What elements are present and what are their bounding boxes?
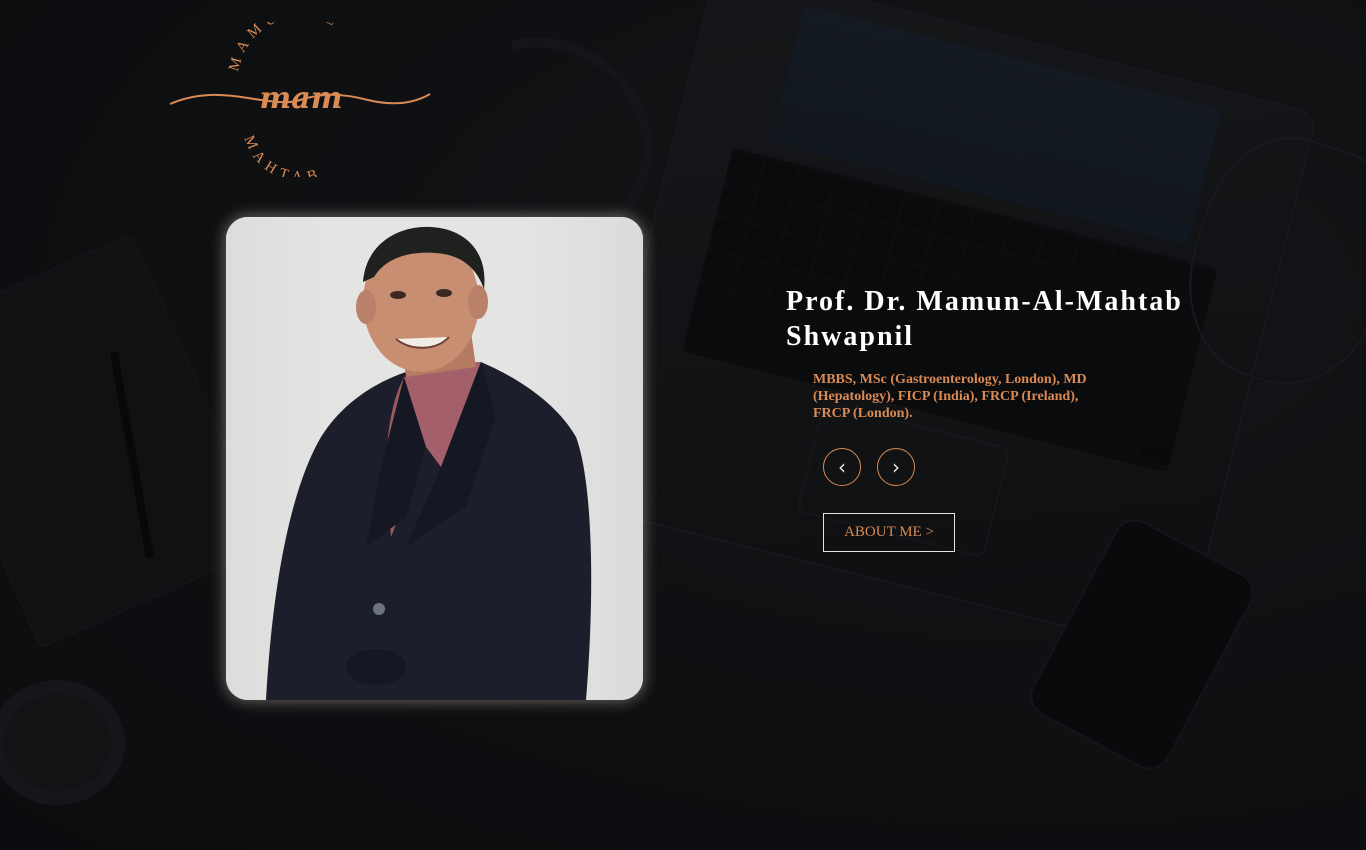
slider-prev-button[interactable]: ‹ [823,448,861,486]
logo-top-text: MAMUN AL [226,22,344,73]
doctor-name: Prof. Dr. Mamun-Al-Mahtab Shwapnil [786,284,1256,354]
logo-script-text: mam [260,81,343,116]
about-me-button[interactable]: ABOUT ME > [823,513,955,552]
slider-next-button[interactable]: › [877,448,915,486]
site-logo[interactable]: MAMUN AL mam MAHTAB [168,5,433,185]
doctor-qualifications: MBBS, MSc (Gastroenterology, London), MD… [813,372,1087,421]
logo-bottom-text: MAHTAB [240,133,325,177]
doctor-name-line2: Shwapnil [786,321,915,352]
chevron-right-icon: › [892,455,900,479]
profile-photo-illustration [226,217,643,700]
profile-photo [226,217,643,700]
chevron-left-icon: ‹ [838,455,846,479]
doctor-name-line1: Prof. Dr. Mamun-Al-Mahtab [786,286,1183,317]
logo-mark: MAMUN AL mam MAHTAB [169,5,431,185]
